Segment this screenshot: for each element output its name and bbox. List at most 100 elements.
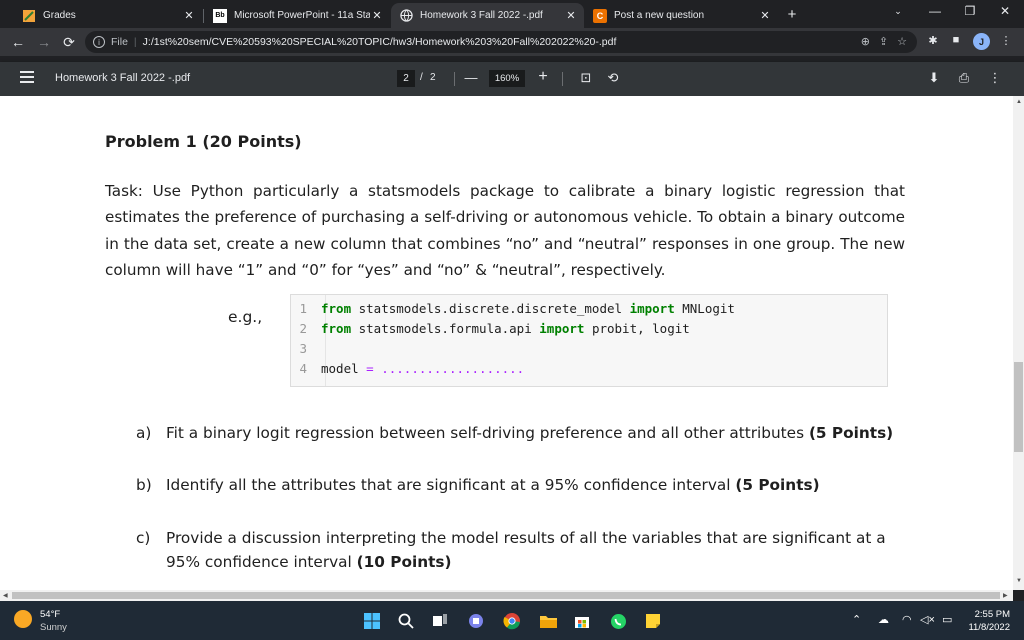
toolbar-divider	[454, 72, 455, 86]
scroll-up-arrow-icon[interactable]: ▲	[1016, 99, 1022, 105]
file-explorer-icon[interactable]	[538, 611, 558, 631]
tab-title: Homework 3 Fall 2022 -.pdf	[420, 10, 543, 21]
show-hidden-icons-chevron-icon[interactable]: ⌃	[852, 613, 861, 626]
question-points: (10 Points)	[356, 553, 452, 571]
info-icon[interactable]: i	[93, 36, 105, 48]
tab-title: Post a new question	[614, 10, 705, 21]
sun-weather-icon[interactable]	[14, 610, 32, 628]
question-points: (5 Points)	[808, 424, 894, 442]
horizontal-scrollbar[interactable]: ◀ ▶	[0, 590, 1013, 601]
code-line: 2 from statsmodels.formula.api import pro…	[291, 320, 689, 338]
tab-title: Microsoft PowerPoint - 11a Statis	[234, 10, 370, 21]
vertical-scroll-thumb[interactable]	[1014, 362, 1023, 452]
browser-toolbar: ← → ⟳ i File | J:/1st%20sem/CVE%20593%20…	[0, 28, 1024, 56]
question-c: c) Provide a discussion interpreting the…	[136, 526, 886, 571]
pdf-page: Problem 1 (20 Points) Task: Use Python p…	[0, 96, 1013, 590]
page-separator: /	[420, 72, 423, 83]
close-tab-icon[interactable]: ✕	[370, 9, 384, 22]
globe-favicon-icon	[399, 9, 413, 23]
forward-arrow-icon[interactable]: →	[35, 33, 53, 51]
whatsapp-icon[interactable]	[608, 611, 628, 631]
question-label: a)	[136, 424, 152, 442]
teams-chat-icon[interactable]	[466, 611, 486, 631]
bookmark-star-icon[interactable]: ☆	[897, 35, 907, 48]
volume-icon[interactable]: ◁×	[920, 613, 935, 626]
chrome-icon[interactable]	[502, 611, 522, 631]
windows-taskbar: 54°F Sunny ⌃ ☁ ◠ ◁× ▭ 2:55 PM 11/8/2022	[0, 601, 1024, 640]
grades-favicon-icon	[22, 9, 36, 23]
line-number: 2	[299, 321, 307, 336]
pdf-viewer[interactable]: Problem 1 (20 Points) Task: Use Python p…	[0, 96, 1013, 590]
line-number: 1	[299, 301, 307, 316]
page-number-input[interactable]: 2	[397, 70, 415, 87]
scroll-left-arrow-icon[interactable]: ◀	[3, 592, 8, 599]
pdf-toolbar: Homework 3 Fall 2022 -.pdf 2 / 2 — 160% …	[0, 62, 1024, 96]
weather-condition[interactable]: Sunny	[40, 622, 67, 633]
question-b: b) Identify all the attributes that are …	[136, 473, 820, 497]
profile-avatar[interactable]: J	[973, 33, 990, 50]
horizontal-scroll-thumb[interactable]	[12, 592, 1000, 599]
clock-time: 2:55 PM	[974, 609, 1010, 620]
question-text: Provide a discussion interpreting the mo…	[166, 529, 886, 571]
line-number: 3	[299, 341, 307, 356]
tab-divider	[203, 9, 204, 23]
address-bar[interactable]: i File | J:/1st%20sem/CVE%20593%20SPECIA…	[85, 31, 917, 53]
question-points: (5 Points)	[735, 476, 820, 494]
side-panel-icon[interactable]: ■	[948, 34, 964, 46]
tab-post-question[interactable]: C Post a new question ✕	[585, 3, 778, 28]
share-icon[interactable]: ⇪	[879, 35, 888, 48]
system-clock[interactable]: 2:55 PM 11/8/2022	[962, 608, 1010, 634]
zoom-icon[interactable]: ⊕	[861, 35, 870, 48]
task-view-icon[interactable]	[430, 611, 450, 631]
question-a: a) Fit a binary logit regression between…	[136, 421, 893, 445]
battery-icon[interactable]: ▭	[942, 613, 952, 626]
total-pages: 2	[430, 72, 436, 83]
zoom-level-input[interactable]: 160%	[489, 70, 525, 87]
sticky-notes-icon[interactable]	[643, 611, 663, 631]
print-icon[interactable]: ⎙	[956, 69, 972, 87]
close-tab-icon[interactable]: ✕	[758, 9, 772, 22]
line-number: 4	[299, 361, 307, 376]
scroll-down-arrow-icon[interactable]: ▼	[1016, 578, 1022, 584]
minimize-window-icon[interactable]: —	[925, 4, 945, 18]
tab-grades[interactable]: Grades ✕	[14, 3, 202, 28]
tab-powerpoint[interactable]: Bb Microsoft PowerPoint - 11a Statis ✕	[205, 3, 390, 28]
url-text[interactable]: J:/1st%20sem/CVE%20593%20SPECIAL%20TOPIC…	[143, 36, 617, 48]
question-text: Fit a binary logit regression between se…	[166, 424, 805, 442]
restore-window-icon[interactable]: ❐	[960, 4, 980, 18]
blackboard-favicon-icon: Bb	[213, 8, 227, 23]
tab-strip: Grades ✕ Bb Microsoft PowerPoint - 11a S…	[0, 0, 1024, 28]
chegg-favicon-icon: C	[593, 8, 607, 23]
zoom-in-button[interactable]: +	[535, 68, 551, 86]
tab-title: Grades	[43, 10, 76, 21]
close-tab-icon[interactable]: ✕	[182, 9, 196, 22]
menu-kebab-icon[interactable]: ⋮	[998, 34, 1014, 47]
more-actions-icon[interactable]: ⋮	[987, 69, 1003, 87]
back-arrow-icon[interactable]: ←	[9, 33, 27, 51]
extensions-puzzle-icon[interactable]: ✱	[925, 34, 941, 47]
question-label: c)	[136, 529, 151, 547]
clock-date: 11/8/2022	[968, 622, 1010, 633]
vertical-scrollbar[interactable]: ▲ ▼	[1013, 96, 1024, 590]
store-icon[interactable]	[572, 611, 592, 631]
code-block: 1 from statsmodels.discrete.discrete_mode…	[290, 294, 888, 387]
windows-start-icon[interactable]	[362, 611, 382, 631]
fit-page-icon[interactable]: ⊡	[578, 69, 594, 87]
reload-icon[interactable]: ⟳	[60, 33, 78, 51]
close-tab-icon[interactable]: ✕	[564, 9, 578, 22]
rotate-icon[interactable]: ⟲	[605, 69, 621, 87]
zoom-out-button[interactable]: —	[463, 69, 479, 87]
download-icon[interactable]: ⬇	[926, 69, 942, 87]
scroll-right-arrow-icon[interactable]: ▶	[1003, 592, 1008, 599]
tab-homework-pdf[interactable]: Homework 3 Fall 2022 -.pdf ✕	[391, 3, 584, 28]
code-line: 4 model = ...................	[291, 360, 524, 378]
wifi-icon[interactable]: ◠	[902, 613, 912, 626]
new-tab-button[interactable]: +	[782, 6, 802, 23]
hamburger-menu-icon[interactable]	[20, 71, 34, 83]
weather-temperature[interactable]: 54°F	[40, 609, 60, 620]
search-icon[interactable]	[396, 611, 416, 631]
example-label: e.g.,	[228, 308, 263, 326]
close-window-icon[interactable]: ✕	[995, 4, 1015, 18]
tab-search-chevron-icon[interactable]: ⌄	[888, 6, 908, 17]
onedrive-cloud-icon[interactable]: ☁	[878, 613, 889, 626]
